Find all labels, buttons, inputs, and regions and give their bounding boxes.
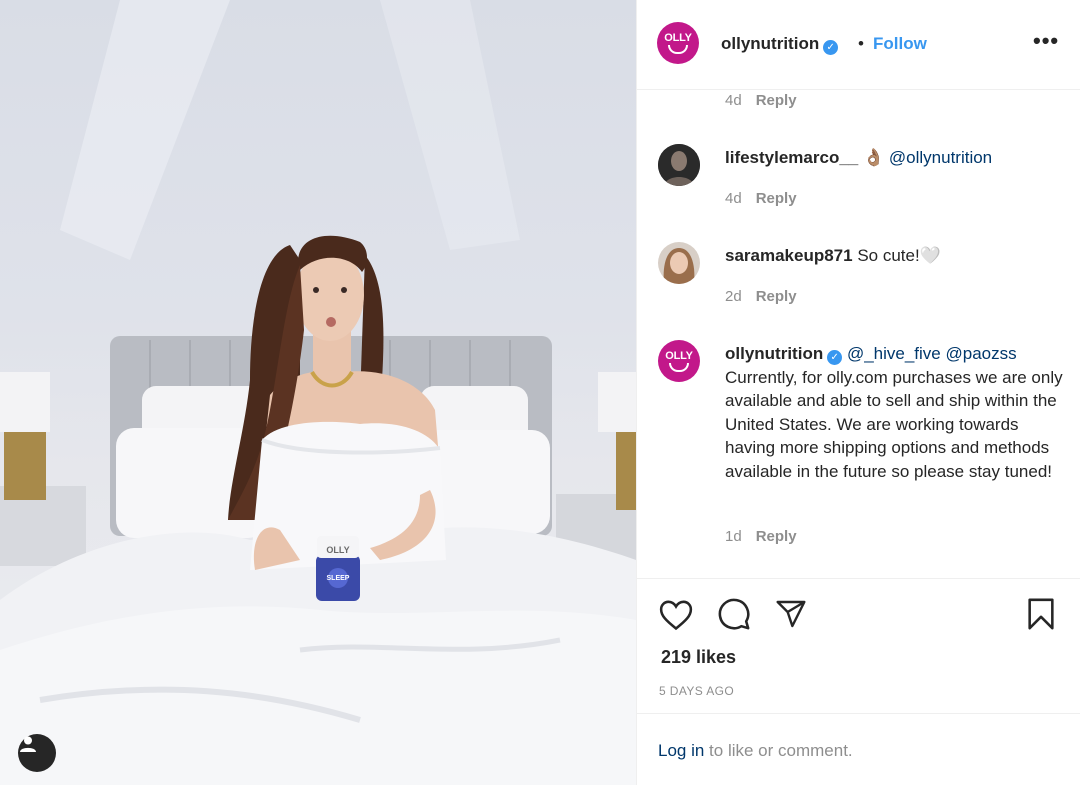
author-username-text[interactable]: ollynutrition	[721, 34, 819, 53]
comment-time: 1d	[725, 528, 742, 545]
verified-badge-icon: ✓	[827, 350, 843, 365]
heart-icon[interactable]	[659, 599, 693, 631]
comment-time: 4d	[725, 190, 742, 207]
product-label-name: SLEEP	[327, 575, 350, 582]
comment-mention[interactable]: @paozss	[946, 344, 1017, 363]
login-prompt: Log in to like or comment.	[637, 713, 1080, 785]
separator-dot: •	[858, 34, 864, 53]
comment-meta: 2d Reply	[725, 288, 797, 305]
avatar-image	[658, 144, 700, 186]
avatar[interactable]	[658, 242, 700, 284]
more-options-icon[interactable]: •••	[1033, 28, 1059, 54]
comment-time: 2d	[725, 288, 742, 305]
comment-icon[interactable]	[717, 597, 751, 631]
login-prompt-rest: to like or comment.	[704, 741, 853, 760]
login-prompt-text: Log in to like or comment.	[658, 741, 853, 761]
post-photo[interactable]: OLLY SLEEP	[0, 0, 636, 785]
comment-mention[interactable]: @ollynutrition	[889, 148, 992, 167]
post-date[interactable]: 5 DAYS AGO	[659, 684, 734, 698]
reply-button[interactable]: Reply	[756, 92, 797, 109]
comment-time: 4d	[725, 92, 742, 109]
comment-username[interactable]: saramakeup871	[725, 246, 853, 265]
user-icon	[20, 736, 36, 752]
reply-button[interactable]: Reply	[756, 528, 797, 545]
send-icon[interactable]	[775, 598, 807, 630]
comment-text: Currently, for olly.com purchases we are…	[725, 367, 1063, 481]
post-side-panel: OLLY ollynutrition ✓ • Follow ••• 4d Reply…	[636, 0, 1080, 785]
photo-illustration: OLLY SLEEP	[0, 0, 636, 785]
logo-text: OLLY	[665, 349, 693, 362]
avatar[interactable]: OLLY	[658, 340, 700, 382]
bookmark-icon[interactable]	[1025, 597, 1057, 631]
smile-icon	[669, 362, 689, 372]
post-header: OLLY ollynutrition ✓ • Follow •••	[637, 0, 1080, 90]
author-avatar[interactable]: OLLY	[657, 22, 699, 64]
comment-meta: 1d Reply	[725, 528, 797, 545]
product-label-brand: OLLY	[326, 545, 349, 555]
smile-icon	[668, 44, 688, 54]
comment-emoji: 👌🏽	[862, 148, 885, 167]
comment-username[interactable]: ollynutrition	[725, 344, 823, 363]
comment-body: ollynutrition ✓ @_hive_five @paozss Curre…	[725, 342, 1065, 483]
comment-mention[interactable]: @_hive_five	[847, 344, 941, 363]
likes-count[interactable]: 219 likes	[661, 647, 736, 668]
comment-body: lifestylemarco__ 👌🏽 @ollynutrition	[725, 146, 1065, 170]
verified-badge-icon: ✓	[823, 40, 839, 55]
post-actions: 219 likes 5 DAYS AGO	[637, 578, 1080, 713]
comment-body: saramakeup871 So cute!🤍	[725, 244, 1065, 268]
comment-text: So cute!🤍	[857, 246, 941, 265]
login-link[interactable]: Log in	[658, 741, 704, 760]
follow-button[interactable]: Follow	[873, 34, 927, 54]
comment-meta: 4d Reply	[725, 190, 797, 207]
logo-text: OLLY	[664, 31, 692, 44]
author-username[interactable]: ollynutrition ✓	[721, 34, 839, 55]
avatar[interactable]	[658, 144, 700, 186]
comment-meta: 4d Reply	[725, 92, 797, 109]
avatar-image	[658, 242, 700, 284]
comments-list[interactable]: 4d Reply lifestylemarco__ 👌🏽 @ollynutriti…	[637, 90, 1080, 578]
reply-button[interactable]: Reply	[756, 288, 797, 305]
reply-button[interactable]: Reply	[756, 190, 797, 207]
comment-username[interactable]: lifestylemarco__	[725, 148, 858, 167]
user-tag-button[interactable]	[18, 734, 56, 772]
